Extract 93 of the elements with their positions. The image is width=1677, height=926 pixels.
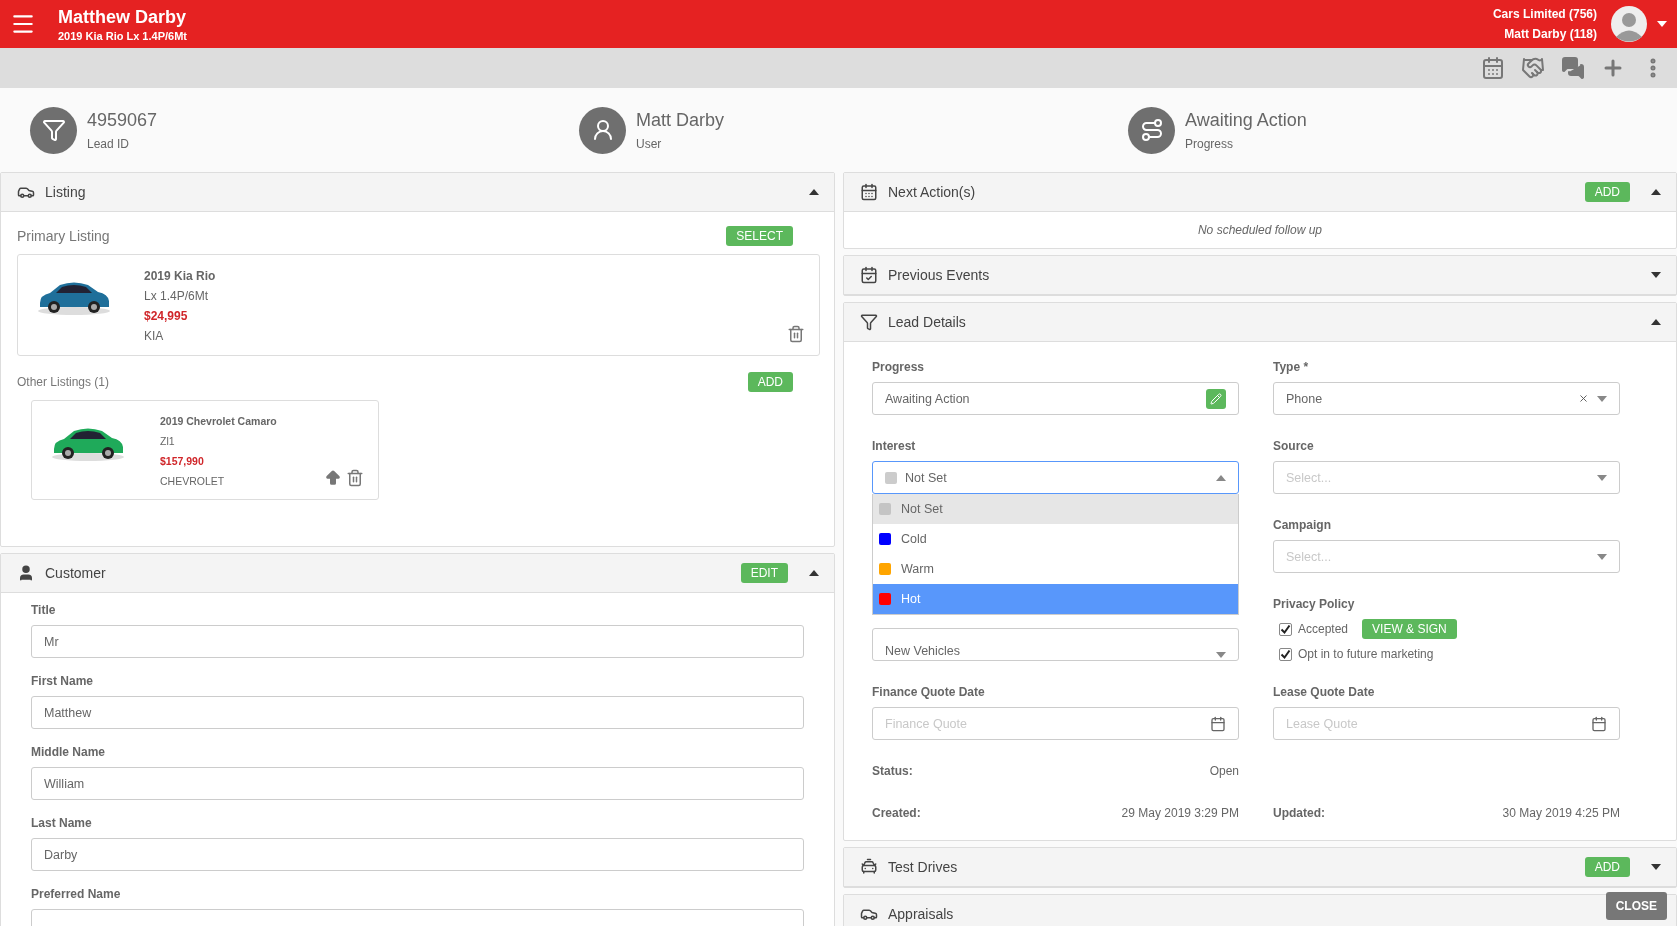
text-field[interactable]: Matthew [31,696,804,729]
field-label: Middle Name [31,745,106,759]
field-label: Finance Quote Date [872,685,986,699]
calendar-icon[interactable] [1591,715,1607,732]
calendar-icon[interactable] [1210,715,1226,732]
panel-title: Listing [45,184,87,200]
field-value: 29 May 2019 3:29 PM [1121,806,1239,820]
text-field[interactable]: Mr [31,625,804,658]
summary-value: Awaiting Action [1185,109,1307,131]
summary-value: Matt Darby [636,109,725,131]
field-label: Status: [872,764,913,778]
expand-caret-icon[interactable] [1650,864,1662,870]
taxi-icon [860,858,878,876]
menu-option[interactable]: Not Set [873,494,1238,524]
field-label: Interest [872,439,917,453]
field-label: Type * [1273,360,1310,374]
menu-option[interactable]: Hot [873,584,1238,614]
panel-title: Appraisals [888,906,955,922]
edit-icon[interactable] [1206,388,1226,409]
field-label: Updated: [1273,806,1325,820]
up-arrow-icon[interactable] [324,469,342,487]
field-value: Open [1209,764,1239,778]
field-label: Last Name [31,816,93,830]
panel-title: Test Drives [888,859,959,875]
listing-price: $24,995 [144,309,189,323]
field-value: 30 May 2019 4:25 PM [1502,806,1620,820]
account-text: Cars Limited (756) [1492,7,1597,21]
handshake-icon[interactable] [1521,56,1545,80]
panel-title: Next Action(s) [888,184,977,200]
expand-caret-icon[interactable] [1650,272,1662,278]
listing-trim: Zl1 [160,435,176,447]
select-button[interactable]: SELECT [726,226,793,246]
empty-message: No scheduled follow up [1196,222,1324,239]
field-label: Lease Quote Date [1273,685,1376,699]
calendar-check-icon [860,266,878,284]
checkbox[interactable] [1279,622,1292,636]
account-text: Matt Darby (118) [1504,27,1597,41]
funnel-icon [41,118,66,142]
checkbox-label: Accepted [1298,622,1349,636]
listing-title: 2019 Kia Rio [144,269,217,283]
listing-make: CHEVROLET [160,475,226,487]
select-field[interactable]: New Vehicles [872,628,1239,661]
progress-field[interactable]: Awaiting Action [872,382,1239,415]
collapse-caret-icon[interactable] [808,189,820,195]
panel-title: Lead Details [888,314,967,330]
panel-title: Previous Events [888,267,991,283]
avatar-icon[interactable] [1611,6,1647,42]
add-button[interactable]: ADD [1584,857,1630,877]
listing-price: $157,990 [160,455,205,467]
interest-select[interactable]: Not Set [872,461,1239,494]
delete-icon[interactable] [346,469,364,487]
field-label: Title [31,603,57,617]
funnel-icon [860,313,878,331]
header-subtitle: 2019 Kia Rio Lx 1.4P/6Mt [58,29,188,42]
delete-icon[interactable] [787,325,805,343]
field-label: Campaign [1273,518,1332,532]
listing-title: 2019 Chevrolet Camaro [160,415,278,427]
field-label: First Name [31,674,95,688]
text-field[interactable]: William [31,767,804,800]
summary-value: 4959067 [87,109,158,131]
close-button[interactable]: CLOSE [1605,892,1667,920]
summary-label: Lead ID [87,136,131,151]
calendar-icon[interactable] [1481,56,1505,80]
calendar-icon [860,183,878,201]
road-icon [1139,118,1164,142]
clear-icon[interactable] [1578,393,1589,404]
collapse-caret-icon[interactable] [808,570,820,576]
collapse-caret-icon[interactable] [1650,319,1662,325]
view-sign-button[interactable]: VIEW & SIGN [1362,619,1457,639]
chat-icon[interactable] [1561,56,1585,80]
checkbox-label: Opt in to future marketing [1298,647,1434,661]
account-caret-icon[interactable] [1657,21,1667,27]
field-label: Source [1273,439,1315,453]
add-button[interactable]: ADD [1584,182,1630,202]
type-select[interactable]: Phone [1273,382,1620,415]
field-label: Preferred Name [31,887,122,901]
field-label: Progress [872,360,926,374]
edit-button[interactable]: EDIT [740,563,788,583]
section-heading: Primary Listing [17,228,110,244]
text-field[interactable]: Darby [31,838,804,871]
section-heading: Other Listings (1) [17,375,110,389]
person-icon [17,564,35,582]
summary-label: User [636,136,663,151]
listing-trim: Lx 1.4P/6Mt [144,289,210,303]
panel-title: Customer [45,565,107,581]
summary-label: Progress [1185,136,1235,151]
collapse-caret-icon[interactable] [1650,189,1662,195]
listing-make: KIA [144,329,165,343]
add-button[interactable]: ADD [747,372,793,392]
header-title: Matthew Darby [58,6,188,28]
checkbox[interactable] [1279,647,1292,661]
field-label: Created: [872,806,921,820]
field-label: Privacy Policy [1273,597,1356,611]
